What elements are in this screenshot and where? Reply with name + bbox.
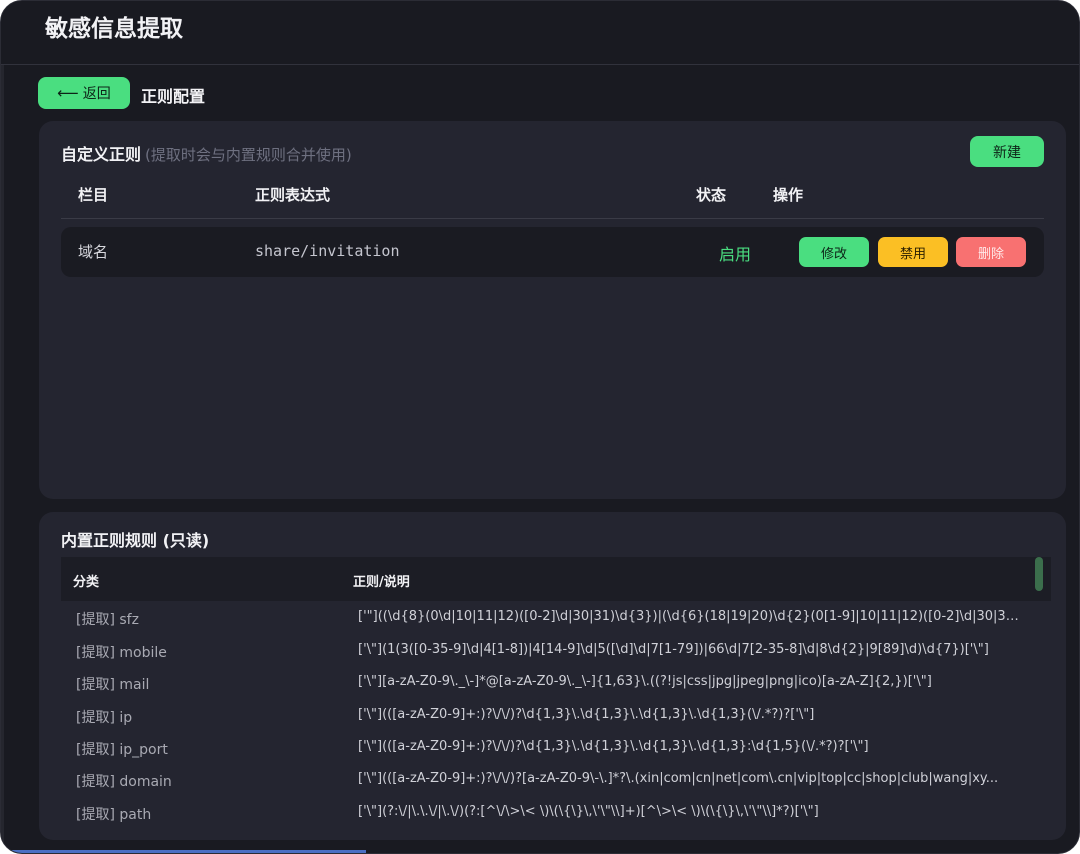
table-row: [提取] path ['\"](?:\/|\.\.\/|\.\/)(?:[^\/… <box>61 804 1041 836</box>
builtin-category: [提取] sfz <box>76 612 139 628</box>
builtin-category: [提取] mobile <box>76 645 167 661</box>
column-header-actions: 操作 <box>773 186 804 204</box>
custom-regex-subtitle: (提取时会与内置规则合并使用) <box>145 146 352 164</box>
new-rule-button[interactable]: 新建 <box>970 136 1044 167</box>
builtin-regex-title: 内置正则规则 (只读) <box>61 531 210 550</box>
arrow-left-icon: ⟵ <box>57 84 79 102</box>
taskbar-strip <box>1 850 366 853</box>
table-row: [提取] ip_port ['\"](([a-zA-Z0-9]+:)?\/\/)… <box>61 739 1041 771</box>
app-window: 敏感信息提取 ⟵ 返回 正则配置 自定义正则 (提取时会与内置规则合并使用) 新建… <box>0 0 1080 854</box>
builtin-regex: ['\"](([a-zA-Z0-9]+:)?\/\/)?\d{1,3}\.\d{… <box>358 739 869 754</box>
title-bar: 敏感信息提取 <box>1 1 1079 65</box>
page-title: 正则配置 <box>141 87 206 106</box>
builtin-table-header: 分类 正则/说明 <box>61 557 1051 601</box>
column-header-regex-desc: 正则/说明 <box>353 575 410 590</box>
column-header-field: 栏目 <box>78 186 109 204</box>
table-row: [提取] sfz ['"]((\d{8}(0\d|10|11|12)([0-2]… <box>61 609 1041 641</box>
column-header-regex: 正则表达式 <box>255 186 331 204</box>
side-divider <box>1 65 4 853</box>
column-header-status: 状态 <box>696 186 727 204</box>
header-divider <box>61 218 1044 219</box>
builtin-category: [提取] path <box>76 807 152 823</box>
builtin-category: [提取] mail <box>76 677 150 693</box>
table-row: [提取] ip ['\"](([a-zA-Z0-9]+:)?\/\/)?\d{1… <box>61 707 1041 739</box>
builtin-regex-card: 内置正则规则 (只读) 分类 正则/说明 [提取] sfz ['"]((\d{8… <box>39 512 1066 840</box>
delete-button[interactable]: 删除 <box>956 237 1026 267</box>
table-row: [提取] domain ['\"](([a-zA-Z0-9]+:)?\/\/)?… <box>61 771 1041 803</box>
builtin-regex: ['\"][a-zA-Z0-9\._\-]*@[a-zA-Z0-9\._\-]{… <box>358 674 932 689</box>
scrollbar-thumb[interactable] <box>1035 557 1043 591</box>
builtin-regex: ['\"](?:\/|\.\.\/|\.\/)(?:[^\/\>\< \)\(\… <box>358 804 819 819</box>
custom-regex-title-text: 自定义正则 <box>61 145 142 164</box>
back-button-label: 返回 <box>82 86 111 102</box>
custom-regex-title: 自定义正则 (提取时会与内置规则合并使用) <box>61 141 352 165</box>
builtin-category: [提取] domain <box>76 774 172 790</box>
rule-field: 域名 <box>78 243 109 261</box>
rule-regex: share/invitation <box>255 242 400 260</box>
status-badge: 启用 <box>719 245 752 264</box>
builtin-regex: ['\"](1(3([0-35-9]\d|4[1-8])|4[14-9]\d|5… <box>358 642 989 657</box>
builtin-regex: ['"]((\d{8}(0\d|10|11|12)([0-2]\d|30|31)… <box>358 609 1023 624</box>
builtin-regex: ['\"](([a-zA-Z0-9]+:)?\/\/)?\d{1,3}\.\d{… <box>358 707 815 722</box>
table-row: 域名 share/invitation 启用 修改 禁用 删除 <box>61 227 1044 277</box>
disable-button[interactable]: 禁用 <box>878 237 948 267</box>
column-header-category: 分类 <box>73 575 100 590</box>
builtin-category: [提取] ip <box>76 710 133 726</box>
custom-regex-card: 自定义正则 (提取时会与内置规则合并使用) 新建 栏目 正则表达式 状态 操作 域… <box>39 121 1066 499</box>
builtin-regex: ['\"](([a-zA-Z0-9]+:)?\/\/)?[a-zA-Z0-9\-… <box>358 771 999 786</box>
app-title: 敏感信息提取 <box>45 16 183 42</box>
table-row: [提取] mobile ['\"](1(3([0-35-9]\d|4[1-8])… <box>61 642 1041 674</box>
edit-button[interactable]: 修改 <box>799 237 869 267</box>
table-row: [提取] mail ['\"][a-zA-Z0-9\._\-]*@[a-zA-Z… <box>61 674 1041 706</box>
back-button[interactable]: ⟵ 返回 <box>38 77 130 109</box>
builtin-category: [提取] ip_port <box>76 742 168 758</box>
